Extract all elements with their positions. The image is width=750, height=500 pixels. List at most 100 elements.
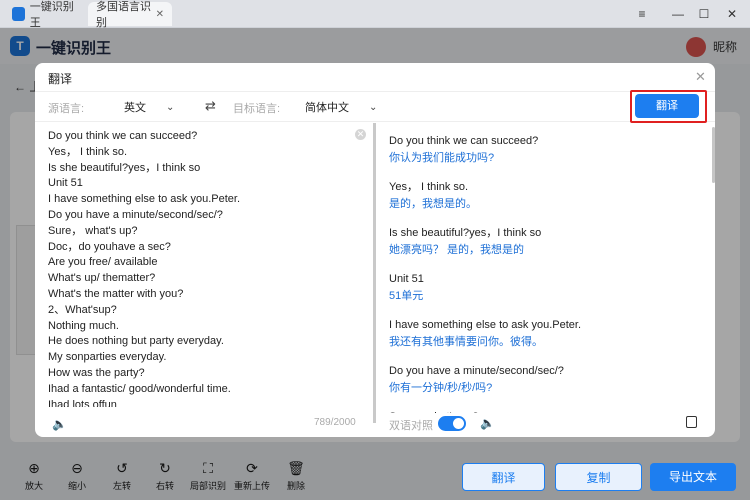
minimize-icon[interactable]: —	[668, 4, 688, 24]
source-line: Do you have a minute/second/sec/?	[48, 208, 223, 221]
original-sentence: Sure， what's up?	[389, 409, 709, 413]
zoom-in-icon: ⊕	[28, 460, 40, 476]
char-count: 789/2000	[314, 417, 356, 428]
tool-label: 局部识别	[189, 481, 226, 491]
source-line: Is she beautiful?yes，I think so	[48, 161, 201, 174]
scan-icon: ⛶	[203, 460, 213, 476]
language-bar: 源语言: 英文 ⌄ ⇄ 目标语言: 简体中文 ⌄	[35, 91, 715, 122]
rotate-left-button[interactable]: ↺ 左转	[102, 459, 142, 492]
bilingual-label: 双语对照	[389, 420, 433, 432]
zoom-out-button[interactable]: ⊖ 缩小	[57, 459, 97, 492]
bilingual-toggle[interactable]	[438, 416, 466, 431]
speaker-icon[interactable]: 🔈	[52, 417, 67, 431]
translated-sentence: 51单元	[389, 290, 424, 302]
translate-dialog: 翻译 ✕ 源语言: 英文 ⌄ ⇄ 目标语言: 简体中文 ⌄ 翻译 Do you …	[35, 63, 715, 437]
source-language-select[interactable]: 英文 ⌄	[124, 99, 174, 115]
translation-pair: Do you think we can succeed? 你认为我们能成功吗?	[389, 133, 709, 167]
title-bar: 一键识别王 多国语言识别 ✕ ≡ — ☐ ✕	[0, 0, 750, 29]
close-icon[interactable]: ✕	[695, 69, 706, 85]
scrollbar[interactable]	[712, 127, 715, 183]
source-line: Unit 51	[48, 177, 83, 190]
source-footer: 🔈 789/2000	[48, 414, 368, 434]
original-sentence: Yes， I think so.	[389, 181, 469, 193]
source-line: Nothing much.	[48, 319, 119, 332]
delete-button[interactable]: 🗑 删除	[276, 459, 316, 492]
close-window-icon[interactable]: ✕	[722, 4, 742, 24]
translation-pair: I have something else to ask you.Peter. 我…	[389, 317, 709, 351]
tool-label: 重新上传	[233, 481, 270, 491]
tab-label: 一键识别王	[29, 1, 74, 29]
reupload-button[interactable]: ⟳ 重新上传	[232, 459, 272, 492]
original-sentence: Do you have a minute/second/sec/?	[389, 365, 564, 377]
tab-label: 多国语言识别	[96, 1, 151, 29]
source-line: Ihad a fantastic/ good/wonderful time.	[48, 382, 231, 395]
source-line: My sonparties everyday.	[48, 351, 167, 364]
copy-icon[interactable]	[686, 416, 697, 428]
tool-label: 缩小	[67, 481, 86, 491]
chevron-down-icon: ⌄	[369, 101, 378, 113]
translation-result: Do you think we can succeed? 你认为我们能成功吗? Ye…	[389, 133, 709, 413]
translated-sentence: 你有一分钟/秒/秒/吗?	[389, 382, 493, 394]
zoom-in-button[interactable]: ⊕ 放大	[14, 459, 54, 492]
source-line: Yes， I think so.	[48, 145, 128, 158]
translation-pair: Unit 51 51单元	[389, 271, 709, 305]
rotate-right-button[interactable]: ↻ 右转	[145, 459, 185, 492]
source-line: Sure， what's up?	[48, 224, 138, 237]
highlight-box	[630, 90, 707, 123]
source-line: How was the party?	[48, 366, 145, 379]
tab-home[interactable]: 一键识别王	[4, 1, 88, 29]
export-text-button[interactable]: 导出文本	[650, 463, 736, 491]
tool-label: 放大	[24, 481, 43, 491]
source-line: Are you free/ available	[48, 256, 158, 269]
source-language-value: 英文	[124, 102, 146, 114]
translated-sentence: 我还有其他事情要问你。彼得。	[389, 336, 543, 348]
target-language-label: 目标语言:	[233, 103, 281, 115]
source-line: What's up/ thematter?	[48, 272, 156, 285]
swap-icon[interactable]: ⇄	[205, 98, 216, 114]
chevron-down-icon: ⌄	[166, 101, 175, 113]
source-line: He does nothing but party everyday.	[48, 335, 224, 348]
clear-icon[interactable]: ✕	[355, 129, 366, 140]
translated-sentence: 她漂亮吗？ 是的，我想是的	[389, 244, 525, 256]
translated-sentence: 你认为我们能成功吗?	[389, 152, 495, 164]
translation-pair: Sure， what's up?	[389, 409, 709, 413]
tab-multilang[interactable]: 多国语言识别 ✕	[88, 1, 172, 29]
source-line: Doc，do youhave a sec?	[48, 240, 171, 253]
zoom-out-icon: ⊖	[71, 460, 83, 476]
menu-icon[interactable]: ≡	[632, 4, 652, 24]
tool-label: 右转	[155, 481, 174, 491]
original-sentence: Is she beautiful?yes，I think so	[389, 227, 542, 239]
toggle-knob	[453, 418, 464, 429]
app-logo-icon	[12, 7, 25, 21]
tool-label: 左转	[112, 481, 131, 491]
translation-pair: Is she beautiful?yes，I think so 她漂亮吗？ 是的，…	[389, 225, 709, 259]
translate-bottom-button[interactable]: 翻译	[462, 463, 545, 491]
source-line: I have something else to ask you.Peter.	[48, 193, 241, 206]
tool-label: 删除	[286, 481, 305, 491]
source-line: Do you think we can succeed?	[48, 130, 198, 142]
rotate-left-icon: ↺	[116, 460, 128, 476]
source-language-label: 源语言:	[48, 103, 85, 115]
maximize-icon[interactable]: ☐	[694, 4, 714, 24]
original-sentence: I have something else to ask you.Peter.	[389, 319, 582, 331]
close-tab-icon[interactable]: ✕	[156, 9, 164, 20]
translated-sentence: 是的，我想是的。	[389, 198, 477, 210]
copy-button[interactable]: 复制	[555, 463, 642, 491]
dialog-title: 翻译	[48, 72, 73, 86]
target-language-value: 简体中文	[305, 102, 349, 114]
translation-pair: Do you have a minute/second/sec/? 你有一分钟/秒…	[389, 363, 709, 397]
source-text-area[interactable]: Do you think we can succeed? Yes， I think…	[48, 129, 368, 407]
speaker-icon[interactable]: 🔈	[480, 416, 495, 430]
pane-divider[interactable]	[373, 123, 376, 423]
source-line: Ihad lots offun	[48, 398, 117, 407]
original-sentence: Unit 51	[389, 273, 424, 285]
rotate-right-icon: ↻	[159, 460, 171, 476]
source-line: 2、What'sup?	[48, 303, 117, 316]
target-language-select[interactable]: 简体中文 ⌄	[305, 99, 377, 115]
trash-icon: 🗑	[287, 460, 305, 476]
original-sentence: Do you think we can succeed?	[389, 135, 539, 147]
translation-pair: Yes， I think so. 是的，我想是的。	[389, 179, 709, 213]
bottom-toolbar: ⊕ 放大 ⊖ 缩小 ↺ 左转 ↻ 右转 ⛶ 局部识别 ⟳ 重新上传 🗑 删除 翻译 复制 导出…	[0, 455, 750, 500]
refresh-icon: ⟳	[246, 460, 258, 476]
partial-recognize-button[interactable]: ⛶ 局部识别	[188, 459, 228, 492]
